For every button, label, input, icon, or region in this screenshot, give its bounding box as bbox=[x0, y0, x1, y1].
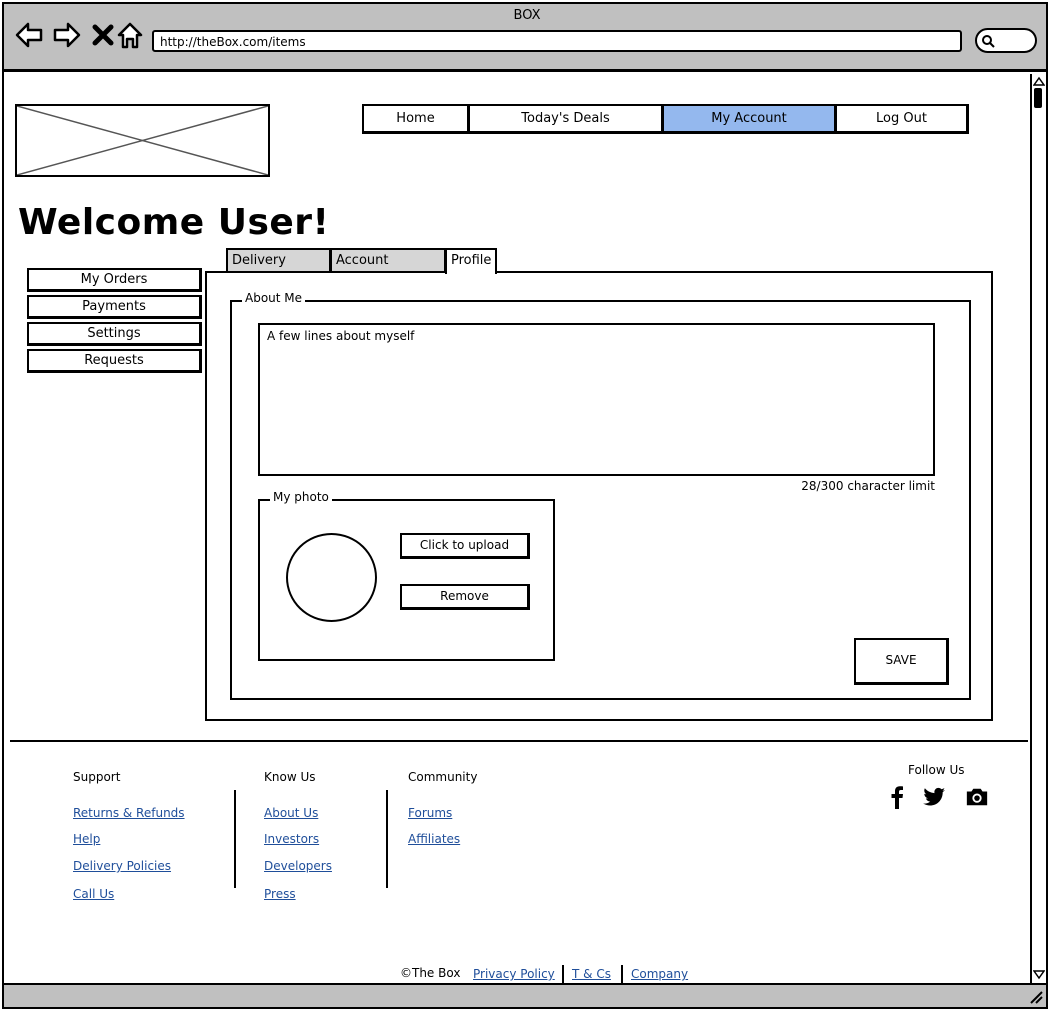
nav-my-account[interactable]: My Account bbox=[662, 104, 837, 134]
sidebar-item-my-orders[interactable]: My Orders bbox=[27, 268, 202, 292]
window-title: BOX bbox=[513, 8, 541, 23]
upload-photo-button[interactable]: Click to upload bbox=[400, 533, 530, 559]
browser-status-bar bbox=[2, 983, 1048, 1009]
company-link[interactable]: Company bbox=[631, 967, 688, 981]
vertical-scrollbar[interactable] bbox=[1030, 74, 1046, 984]
resize-grip-icon[interactable] bbox=[1028, 989, 1044, 1005]
sidebar-item-requests[interactable]: Requests bbox=[27, 349, 202, 373]
footer-column-divider bbox=[234, 790, 236, 888]
sidebar-item-payments[interactable]: Payments bbox=[27, 295, 202, 319]
scroll-down-icon[interactable] bbox=[1033, 970, 1045, 980]
follow-us-label: Follow Us bbox=[908, 763, 965, 777]
main-nav: Home Today's Deals My Account Log Out bbox=[362, 104, 969, 134]
tab-delivery-details[interactable]: Delivery Details bbox=[226, 248, 331, 289]
footer-divider bbox=[10, 740, 1028, 742]
logo-placeholder bbox=[15, 104, 270, 177]
footer-link-investors[interactable]: Investors bbox=[264, 832, 319, 846]
footer-column-divider bbox=[386, 790, 388, 888]
footer-link-forums[interactable]: Forums bbox=[408, 806, 452, 820]
sidebar-item-settings[interactable]: Settings bbox=[27, 322, 202, 346]
tab-account-settings[interactable]: Account Settings bbox=[330, 248, 446, 289]
instagram-icon[interactable] bbox=[965, 785, 989, 809]
image-placeholder-icon bbox=[16, 105, 269, 176]
nav-todays-deals[interactable]: Today's Deals bbox=[468, 104, 664, 134]
url-bar[interactable]: http://theBox.com/items bbox=[152, 30, 962, 52]
footer-link-about-us[interactable]: About Us bbox=[264, 806, 318, 820]
footer-heading-community: Community bbox=[408, 770, 478, 784]
footer-link-developers[interactable]: Developers bbox=[264, 859, 332, 873]
footer-link-affiliates[interactable]: Affiliates bbox=[408, 832, 460, 846]
twitter-icon[interactable] bbox=[922, 785, 946, 809]
facebook-icon[interactable] bbox=[885, 785, 909, 809]
tab-profile[interactable]: Profile bbox=[445, 248, 497, 274]
nav-home[interactable]: Home bbox=[362, 104, 470, 134]
footer-heading-know-us: Know Us bbox=[264, 770, 316, 784]
my-photo-legend: My photo bbox=[270, 490, 332, 504]
save-button[interactable]: SAVE bbox=[854, 638, 949, 685]
privacy-policy-link[interactable]: Privacy Policy bbox=[473, 967, 555, 981]
footer-heading-support: Support bbox=[73, 770, 121, 784]
footer-link-press[interactable]: Press bbox=[264, 887, 296, 901]
about-me-legend: About Me bbox=[242, 291, 306, 305]
link-separator bbox=[562, 965, 564, 985]
search-icon bbox=[982, 35, 995, 48]
link-separator bbox=[621, 965, 623, 985]
footer-link-call-us[interactable]: Call Us bbox=[73, 887, 114, 901]
avatar bbox=[286, 533, 377, 622]
page-title: Welcome User! bbox=[18, 202, 330, 243]
home-icon[interactable] bbox=[115, 20, 145, 50]
scroll-up-icon[interactable] bbox=[1033, 76, 1045, 86]
about-me-textarea[interactable]: A few lines about myself bbox=[258, 323, 935, 476]
footer-link-returns[interactable]: Returns & Refunds bbox=[73, 806, 185, 820]
nav-log-out[interactable]: Log Out bbox=[835, 104, 969, 134]
forward-arrow-icon[interactable] bbox=[52, 20, 82, 50]
scroll-thumb[interactable] bbox=[1034, 88, 1042, 108]
footer-link-delivery-policies[interactable]: Delivery Policies bbox=[73, 859, 171, 873]
footer-link-help[interactable]: Help bbox=[73, 832, 100, 846]
back-arrow-icon[interactable] bbox=[14, 20, 44, 50]
browser-search-field[interactable] bbox=[975, 28, 1037, 53]
copyright: ©The Box bbox=[400, 966, 460, 980]
terms-link[interactable]: T & Cs bbox=[572, 967, 611, 981]
character-limit-counter: 28/300 character limit bbox=[801, 479, 935, 493]
remove-photo-button[interactable]: Remove bbox=[400, 584, 530, 610]
copyright-symbol: © bbox=[400, 966, 412, 980]
stop-icon[interactable] bbox=[88, 20, 118, 50]
copyright-text: The Box bbox=[412, 966, 461, 980]
